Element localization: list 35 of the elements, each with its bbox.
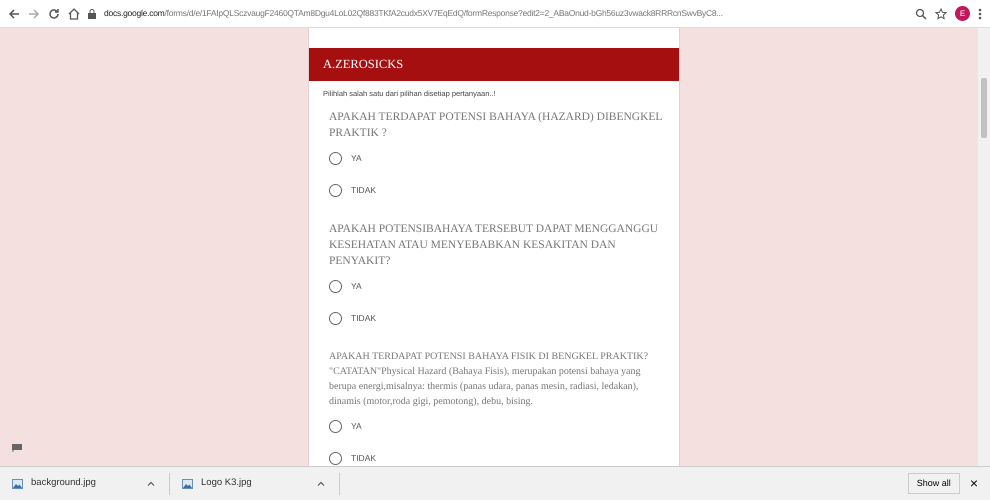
close-button[interactable]: × (960, 473, 990, 494)
menu-icon[interactable] (978, 8, 982, 20)
flag-icon[interactable] (12, 444, 22, 452)
home-icon[interactable] (68, 8, 80, 20)
question-text: APAKAH TERDAPAT POTENSI BAHAYA FISIK DI BENGKEL PRAKTIK? "CATATAN"Physical Hazard (Bahaya Fisis), merupakan potensi bahaya yang berupa energi,misalnya: thermis (panas udara, panas mesin, radiasi, ledakan), dinamis (motor,roda gigi, pemotong), debu, bising. (328, 350, 650, 409)
file-name[interactable]: Logo K3.jpg (201, 476, 252, 491)
option-label[interactable]: YA (351, 280, 362, 292)
lock-icon (88, 8, 96, 18)
option-label[interactable]: YA (351, 420, 362, 432)
scrollbar[interactable] (978, 28, 990, 466)
zoom-icon[interactable] (915, 8, 927, 20)
back-icon[interactable] (8, 8, 20, 20)
reload-icon[interactable] (48, 8, 60, 20)
option-label[interactable]: TIDAK (351, 184, 376, 196)
option-label[interactable]: TIDAK (351, 312, 376, 324)
image-file-icon (182, 478, 193, 488)
profile-avatar[interactable]: E (955, 6, 970, 21)
address-bar[interactable]: docs.google.com/forms/d/e/1FAIpQLSczvaugF2460QTAm8Dgu4LoL02Qf883TKfA2cudx5XV7EqEdQ/formResponse?edit2=2_ABaOnud-bGh56uz3vwack8RRRcnSwvByC8... (104, 7, 907, 20)
image-file-icon (12, 478, 23, 488)
question-text: APAKAH TERDAPAT POTENSI BAHAYA (HAZARD) DIBENGKEL PRAKTIK ? (328, 110, 664, 141)
radio-button[interactable] (329, 312, 342, 324)
radio-button[interactable] (329, 184, 342, 196)
option-label[interactable]: YA (351, 152, 362, 164)
option-label[interactable]: TIDAK (351, 452, 376, 464)
radio-button[interactable] (329, 152, 342, 164)
radio-button[interactable] (329, 452, 342, 464)
file-name[interactable]: background.jpg (31, 476, 96, 491)
caret-icon[interactable] (147, 481, 155, 486)
question-text: APAKAH POTENSIBAHAYA TERSEBUT DAPAT MENGGANGGU KESEHATAN ATAU MENYEBABKAN KESAKITAN DAN PENYAKIT? (328, 222, 660, 269)
caret-icon[interactable] (317, 481, 325, 486)
show-all-button[interactable]: Show all (908, 472, 960, 494)
radio-button[interactable] (329, 280, 342, 292)
star-icon[interactable] (935, 8, 947, 20)
radio-button[interactable] (329, 420, 342, 432)
section-header: A.ZEROSICKS (309, 48, 679, 81)
